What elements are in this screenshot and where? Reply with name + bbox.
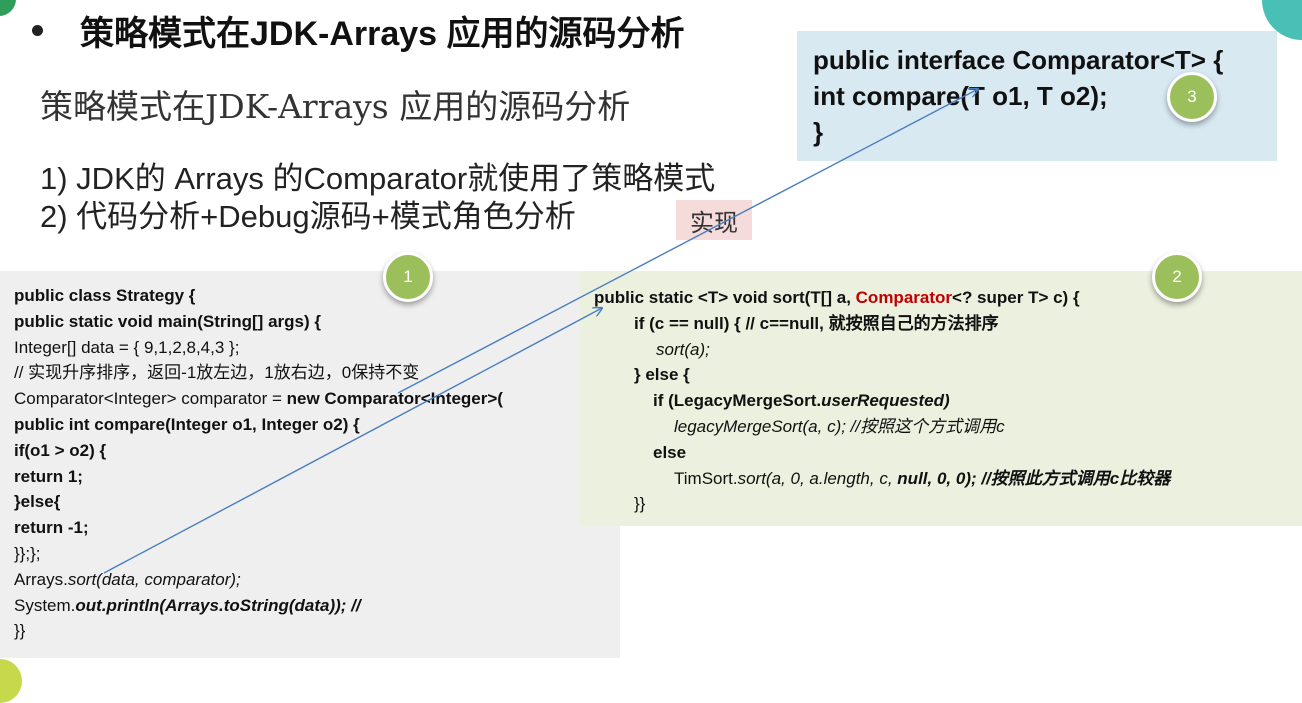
- arrow-client-to-sort: [103, 308, 602, 574]
- step-badge-2: 2: [1152, 252, 1202, 302]
- step-badge-3: 3: [1167, 72, 1217, 122]
- step-badge-1: 1: [383, 252, 433, 302]
- arrow-sort-to-compare: [397, 89, 978, 394]
- call-arrows: [103, 0, 1302, 574]
